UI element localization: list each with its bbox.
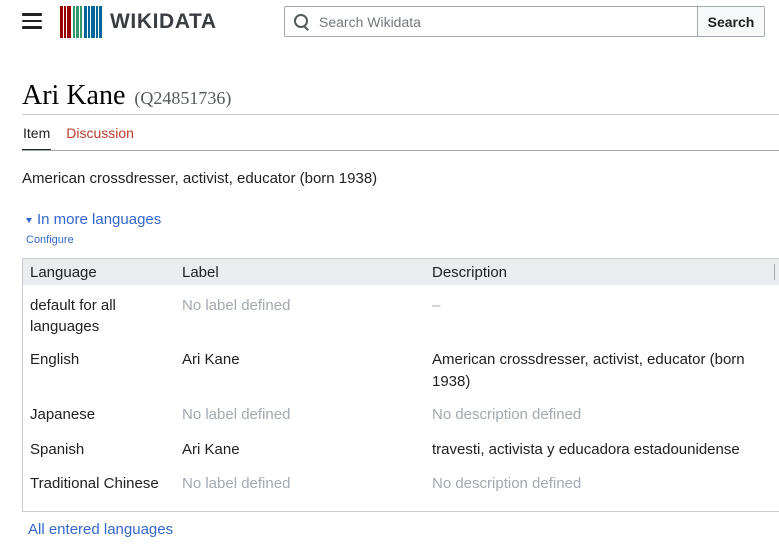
language-cell: default for all — [30, 297, 116, 314]
search-field[interactable] — [285, 7, 697, 36]
description-cell: No description defined — [432, 406, 582, 423]
tab-item[interactable]: Item — [22, 124, 52, 151]
wikidata-barcode-logo-icon — [60, 6, 102, 38]
column-header-label: Label — [182, 264, 219, 281]
logo-bar — [88, 6, 90, 38]
in-more-languages-toggle[interactable]: In more languages — [26, 211, 161, 228]
hamburger-menu-icon[interactable] — [22, 13, 42, 29]
description-cell: travesti, activista y educadora estadoun… — [432, 441, 740, 458]
language-cell: Traditional Chinese — [30, 475, 159, 492]
logo-bar — [73, 6, 75, 38]
label-cell: Ari Kane — [182, 351, 240, 368]
logo-bar — [76, 6, 79, 38]
language-cell: Japanese — [30, 406, 96, 423]
menu-bar-middle — [22, 19, 42, 23]
configure-link[interactable]: Configure — [26, 234, 74, 246]
language-cell: English — [30, 351, 80, 368]
all-entered-languages-link[interactable]: All entered languages — [28, 521, 173, 538]
search-button[interactable]: Search — [697, 7, 764, 36]
page-title: Ari Kane (Q24851736) — [22, 80, 231, 112]
item-id: (Q24851736) — [134, 88, 232, 108]
language-cell-line2: languages — [30, 318, 100, 335]
logo-bar — [99, 6, 102, 38]
logo-bar — [96, 6, 98, 38]
search-icon — [293, 13, 311, 31]
menu-bar-bottom — [22, 26, 42, 29]
label-cell: No label defined — [182, 297, 291, 314]
in-more-languages-label: In more languages — [37, 211, 162, 228]
logo-bar — [91, 6, 95, 38]
language-cell: Spanish — [30, 441, 85, 458]
tabs-divider — [22, 150, 779, 151]
logo-bar — [67, 6, 71, 38]
logo-wordmark: WIKIDATA — [110, 10, 217, 33]
description-cell: American crossdresser, activist, educato… — [432, 351, 745, 368]
logo-bar — [80, 6, 82, 38]
label-cell: No label defined — [182, 475, 291, 492]
description-cell: No description defined — [432, 475, 582, 492]
page-tabs: Item Discussion — [22, 124, 149, 151]
column-header-language: Language — [30, 264, 97, 281]
item-description: American crossdresser, activist, educato… — [22, 170, 378, 187]
expanded-triangle-icon — [26, 217, 32, 223]
description-cell-line2: 1938) — [432, 373, 471, 390]
wikidata-logo[interactable]: WIKIDATA — [60, 6, 217, 38]
label-cell: Ari Kane — [182, 441, 240, 458]
logo-bar — [84, 6, 87, 38]
logo-bar — [60, 6, 63, 38]
logo-bar — [64, 6, 66, 38]
label-cell: No label defined — [182, 406, 291, 423]
tab-discussion[interactable]: Discussion — [66, 124, 134, 151]
menu-bar-top — [22, 13, 42, 16]
languages-table: Language Label Description default for a… — [22, 258, 779, 512]
search-form: Search — [284, 6, 765, 37]
search-input[interactable] — [319, 13, 679, 30]
column-resize-handle — [774, 264, 775, 280]
title-divider — [22, 114, 779, 115]
item-label: Ari Kane — [22, 80, 126, 111]
column-header-description: Description — [432, 264, 508, 281]
description-cell: – — [432, 297, 441, 314]
table-header: Language Label Description — [23, 258, 779, 285]
